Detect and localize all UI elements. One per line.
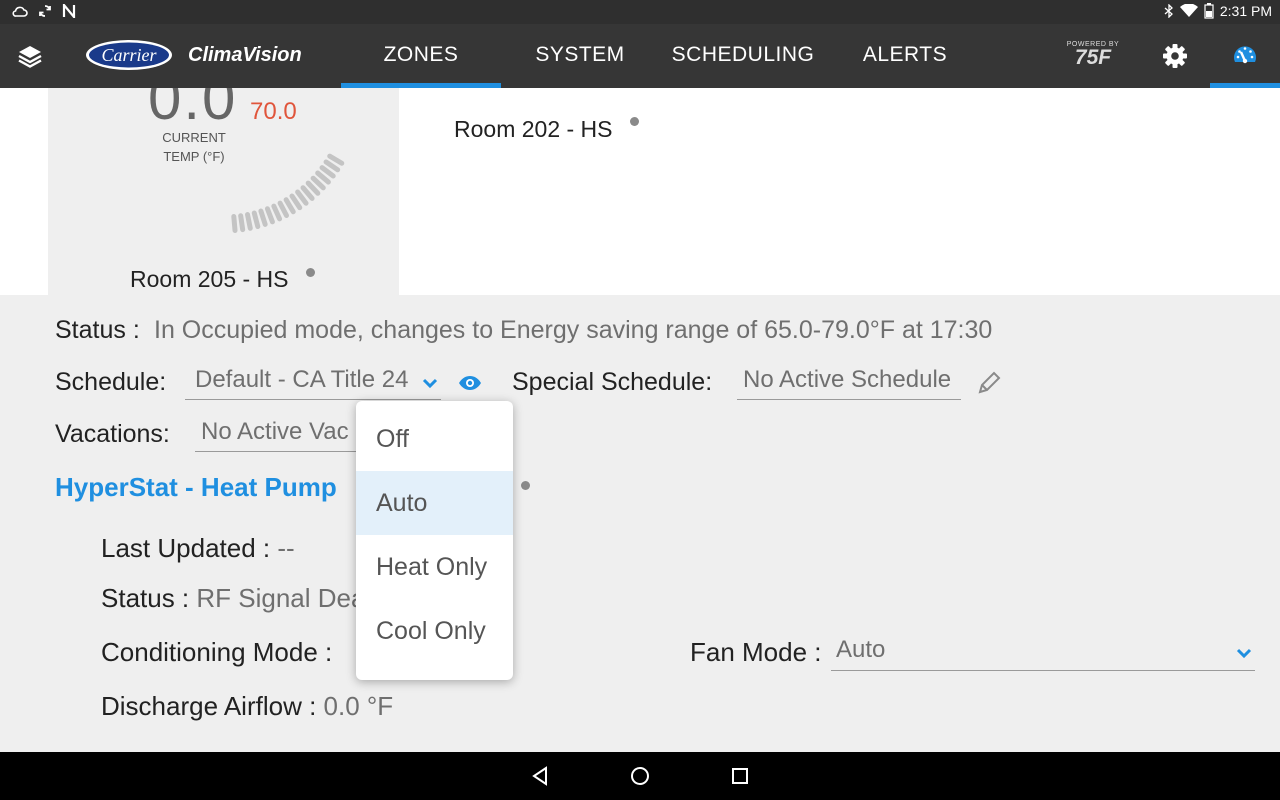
powered-by-brand: 75F <box>1074 46 1112 69</box>
sync-icon <box>38 4 52 18</box>
android-navigation-bar <box>0 752 1280 800</box>
brand-text: Carrier <box>101 45 157 65</box>
current-temp-label: CURRENT TEMP (°F) <box>148 128 240 166</box>
battery-icon <box>1204 3 1214 19</box>
clock-time: 2:31 PM <box>1219 3 1272 19</box>
chevron-down-icon[interactable] <box>421 376 439 395</box>
zone-status-dot <box>630 117 639 126</box>
dropdown-option-heat-only[interactable]: Heat Only <box>356 535 513 599</box>
layers-menu-icon[interactable] <box>16 42 44 70</box>
equipment-status-label: Status : <box>101 583 190 613</box>
discharge-airflow-label: Discharge Airflow : <box>101 691 317 721</box>
dropdown-option-off[interactable]: Off <box>356 407 513 471</box>
discharge-airflow-value: 0.0 °F <box>323 691 394 721</box>
dial-tick <box>289 193 303 211</box>
app-name: ClimaVision <box>188 44 302 66</box>
schedule-label: Schedule: <box>55 368 167 396</box>
bluetooth-icon <box>1164 4 1174 18</box>
zone-card-room-205[interactable]: 0.0 70.0 CURRENT TEMP (°F) Room 205 - HS <box>48 88 399 295</box>
chevron-down-icon[interactable] <box>1235 646 1253 665</box>
fan-mode-select[interactable]: Auto <box>831 636 1255 671</box>
app-header: Carrier ClimaVision ZONES SYSTEM SCHEDUL… <box>0 24 1280 88</box>
dial-tick <box>323 159 341 173</box>
fan-mode-label: Fan Mode : <box>690 637 822 667</box>
tab-scheduling[interactable]: SCHEDULING <box>660 24 826 88</box>
conditioning-mode-dropdown: Off Auto Heat Only Cool Only <box>356 401 513 680</box>
last-updated-value: -- <box>277 533 295 563</box>
vacations-value: No Active Vac <box>201 418 349 445</box>
status-value: In Occupied mode, changes to Energy savi… <box>154 316 993 344</box>
cloud-icon <box>12 5 28 17</box>
schedule-select[interactable]: Default - CA Title 24 <box>185 366 441 400</box>
current-temp-value: 0.0 <box>148 88 238 132</box>
special-schedule-field[interactable]: No Active Schedule <box>737 366 961 400</box>
schedule-value: Default - CA Title 24 <box>195 366 409 393</box>
dial-tick <box>245 212 253 231</box>
dial-tick <box>295 189 309 206</box>
dashboard-gauge-icon[interactable] <box>1210 24 1280 88</box>
current-temp-label-line1: CURRENT <box>162 130 226 145</box>
home-icon[interactable] <box>628 764 652 788</box>
dial-tick <box>238 213 246 233</box>
edit-pencil-icon[interactable] <box>976 370 1002 401</box>
status-label: Status : <box>55 316 140 344</box>
dropdown-option-cool-only[interactable]: Cool Only <box>356 599 513 663</box>
last-updated-label: Last Updated : <box>101 533 271 563</box>
zone-name-202[interactable]: Room 202 - HS <box>454 116 613 143</box>
dial-tick <box>283 197 296 215</box>
equipment-status-dot <box>521 481 530 490</box>
recent-apps-icon[interactable] <box>728 764 752 788</box>
fan-mode-value: Auto <box>836 636 886 663</box>
discharge-airflow-row: Discharge Airflow : 0.0 °F <box>101 691 393 722</box>
zones-grid: 0.0 70.0 CURRENT TEMP (°F) Room 205 - HS… <box>0 88 1280 295</box>
n-icon <box>62 4 76 18</box>
special-schedule-value: No Active Schedule <box>743 366 952 393</box>
dropdown-option-auto[interactable]: Auto <box>356 471 513 535</box>
setpoint-value: 70.0 <box>250 98 297 125</box>
special-schedule-label: Special Schedule: <box>512 368 713 396</box>
conditioning-mode-label: Conditioning Mode : <box>101 637 333 667</box>
equipment-status-value: RF Signal Dea <box>196 583 366 613</box>
dial-tick <box>231 214 238 233</box>
hyperstat-equipment-title: HyperStat - Heat Pump <box>55 472 337 502</box>
dial-tick <box>264 206 275 225</box>
equipment-status-row: Status : RF Signal Dea <box>101 583 365 614</box>
dial-tick <box>327 153 345 166</box>
dial-tick <box>277 200 290 219</box>
tab-zones[interactable]: ZONES <box>341 24 501 88</box>
zone-status-dot <box>306 268 315 277</box>
dial-tick <box>258 208 268 227</box>
vacations-field[interactable]: No Active Vac <box>195 418 360 452</box>
wifi-icon <box>1179 4 1198 18</box>
dial-tick <box>271 203 283 222</box>
settings-gear-icon[interactable] <box>1160 41 1190 71</box>
back-icon[interactable] <box>528 764 552 788</box>
eye-preview-icon[interactable] <box>458 374 482 397</box>
dial-tick <box>251 210 261 230</box>
tab-alerts[interactable]: ALERTS <box>840 24 970 88</box>
dial-tick <box>319 165 336 179</box>
system-status-bar: 2:31 PM <box>0 0 1280 24</box>
powered-by-75f-logo: POWERED BY 75F <box>1066 41 1120 68</box>
last-updated-row: Last Updated : -- <box>101 533 295 564</box>
vacations-label: Vacations: <box>55 420 170 448</box>
zone-name-205: Room 205 - HS <box>130 266 289 292</box>
carrier-logo: Carrier <box>85 39 173 71</box>
current-temp-label-line2: TEMP (°F) <box>163 149 225 164</box>
tab-system[interactable]: SYSTEM <box>510 24 650 88</box>
